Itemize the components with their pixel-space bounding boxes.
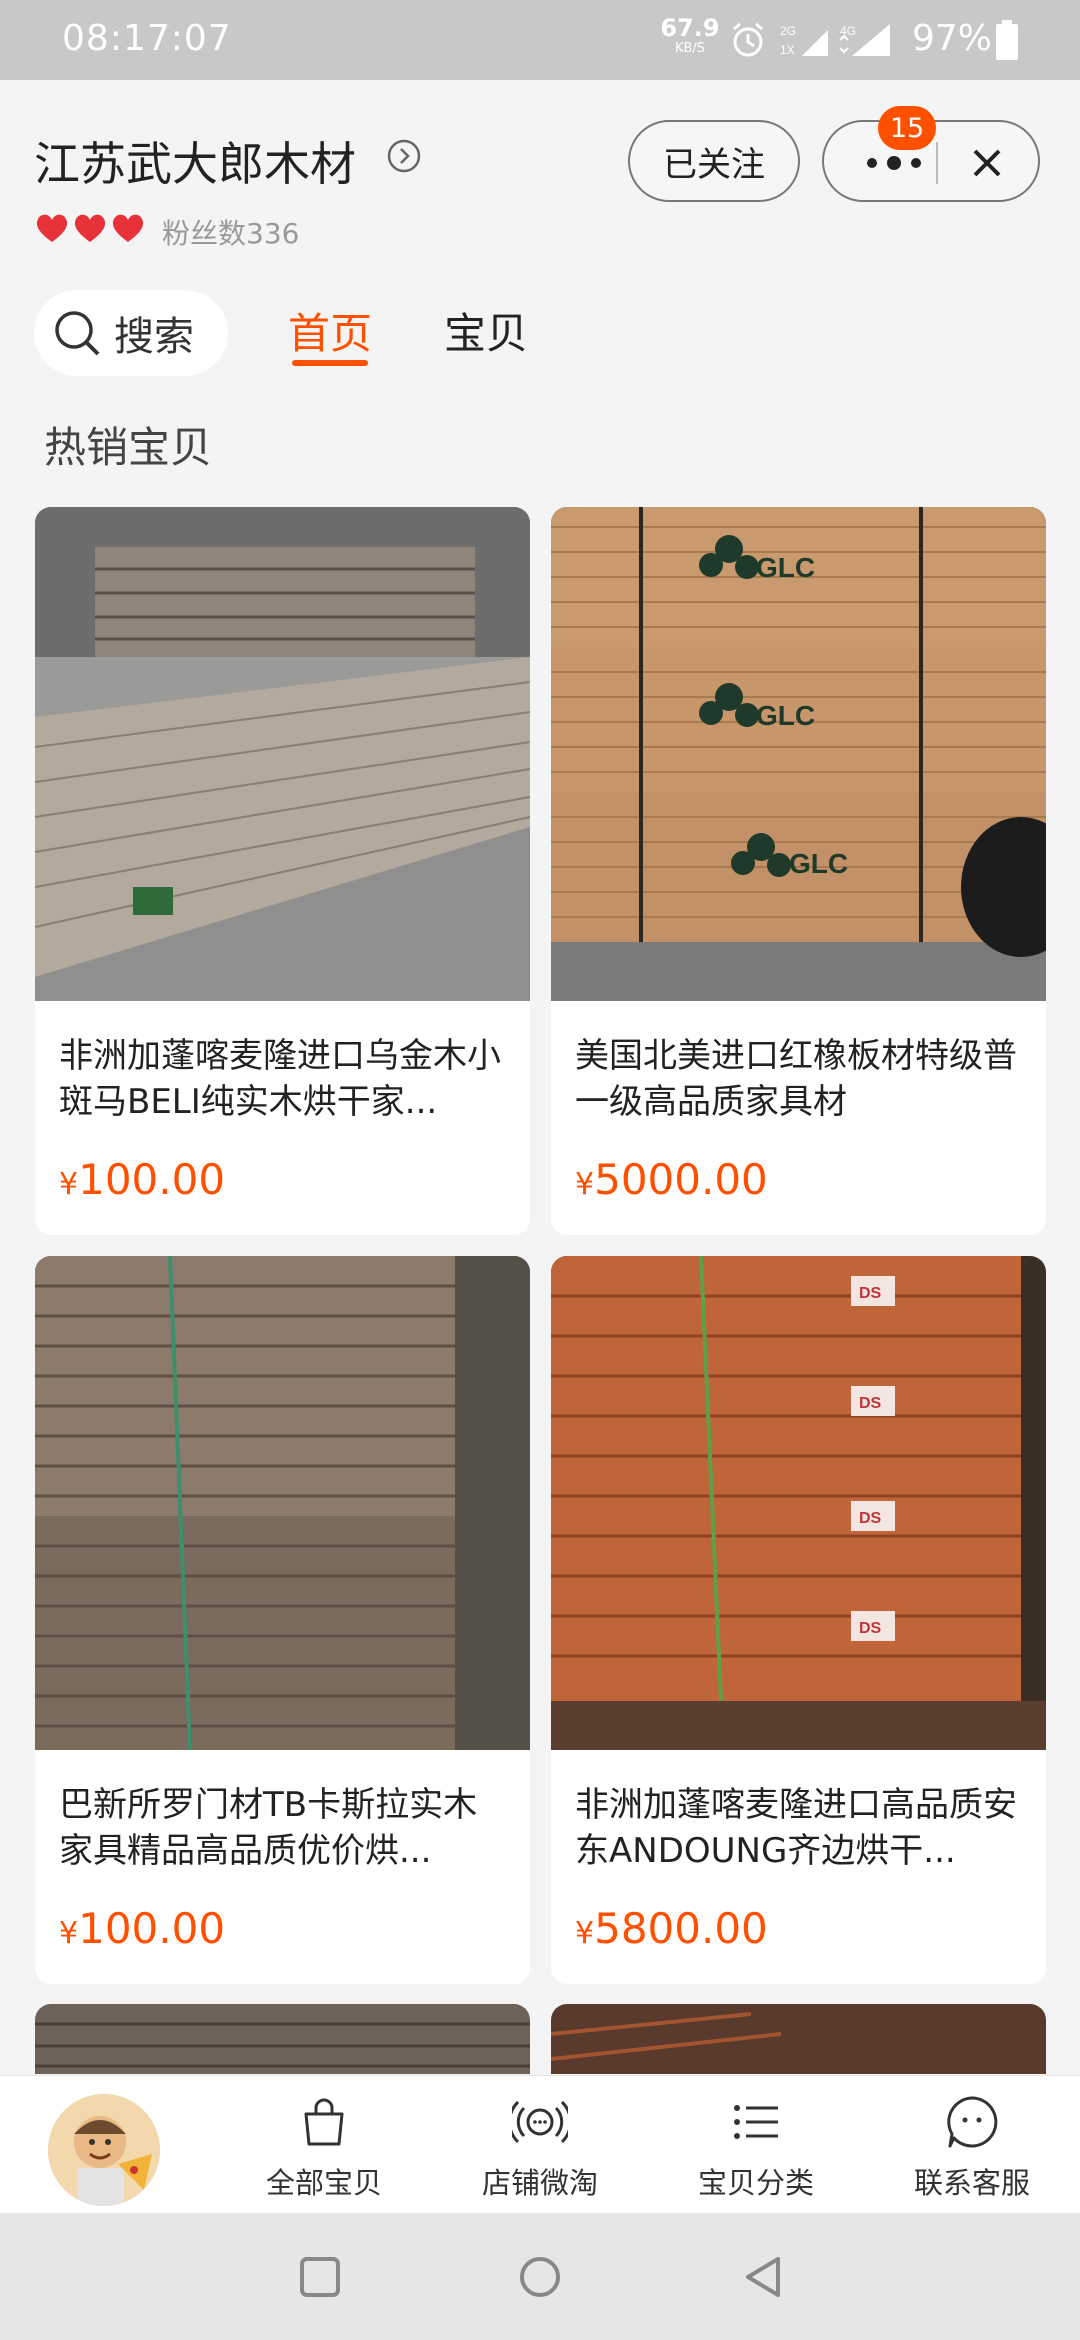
brand-label: GLC [789, 848, 848, 879]
broadcast-icon [512, 2100, 568, 2144]
brand-label: GLC [756, 552, 815, 583]
shop-name[interactable]: 江苏武大郎木材 [34, 128, 356, 194]
product-card[interactable]: 非洲加蓬喀麦隆进口乌金木小斑马BELI纯实木烘干家... ¥100.00 [35, 507, 530, 1235]
network-speed-unit: KB/S [674, 41, 706, 56]
search-button[interactable]: 搜索 [34, 290, 228, 376]
back-icon[interactable] [740, 2255, 784, 2299]
status-bar: 08:17:07 67.9 KB/S 2G 1X 4G 97% [0, 0, 1080, 80]
price-value: 100.00 [78, 1155, 226, 1204]
product-title: 巴新所罗门材TB卡斯拉实木家具精品高品质优价烘... [59, 1785, 478, 1871]
currency-symbol: ¥ [575, 1167, 595, 1202]
more-icon[interactable] [864, 156, 924, 170]
search-icon [55, 311, 100, 356]
shop-page: 江苏武大郎木材 粉丝数336 已关注 15 搜索 首页 宝贝 热销宝贝 非洲加蓬… [0, 80, 1080, 2075]
svg-text:2G: 2G [780, 24, 796, 38]
capsule-divider [936, 142, 938, 184]
svg-text:1X: 1X [780, 43, 795, 57]
product-card[interactable]: 巴新所罗门材TB卡斯拉实木家具精品高品质优价烘... ¥100.00 [35, 1256, 530, 1984]
follow-button[interactable]: 已关注 [628, 120, 800, 202]
brand-label: DS [859, 1285, 882, 1302]
avatar-image [48, 2094, 160, 2206]
brand-label: DS [859, 1510, 882, 1527]
status-time: 08:17:07 [62, 18, 232, 59]
price-value: 5800.00 [594, 1904, 768, 1953]
heart-icon [74, 214, 106, 242]
fan-count: 粉丝数336 [162, 217, 300, 250]
network-speed-value: 67.9 [660, 14, 720, 42]
bottom-nav: 全部宝贝 店铺微淘 宝贝分类 联系客服 [0, 2075, 1080, 2213]
nav-customer-service-label: 联系客服 [913, 2166, 1030, 2200]
shop-avatar[interactable] [44, 2090, 164, 2210]
product-image[interactable] [551, 2004, 1046, 2074]
product-image: DS DS DS DS [551, 1256, 1046, 1750]
product-title: 非洲加蓬喀麦隆进口乌金木小斑马BELI纯实木烘干家... [59, 1036, 501, 1122]
currency-symbol: ¥ [59, 1167, 79, 1202]
price-value: 5000.00 [594, 1155, 768, 1204]
recents-icon[interactable] [298, 2255, 342, 2299]
chevron-right-circle-icon[interactable] [386, 138, 422, 174]
nav-category-label: 宝贝分类 [697, 2166, 814, 2200]
currency-symbol: ¥ [575, 1916, 595, 1951]
message-badge: 15 [878, 106, 936, 150]
nav-micro-shop[interactable]: 店铺微淘 [460, 2088, 620, 2208]
nav-customer-service[interactable]: 联系客服 [892, 2088, 1052, 2208]
tab-home[interactable]: 首页 [288, 300, 372, 361]
product-image [35, 507, 530, 1001]
product-price: ¥5000.00 [575, 1155, 768, 1204]
product-card[interactable]: DS DS DS DS 非洲加蓬喀麦隆进口高品质安东ANDOUNG齐边烘干...… [551, 1256, 1046, 1984]
signal-icon: 2G 1X 4G [780, 24, 890, 57]
product-image[interactable] [35, 2004, 530, 2074]
brand-label: DS [859, 1395, 882, 1412]
chat-face-icon [947, 2096, 998, 2148]
system-nav-bar [0, 2213, 1080, 2340]
brand-label: DS [859, 1620, 882, 1637]
product-price: ¥5800.00 [575, 1904, 768, 1953]
nav-all-items-label: 全部宝贝 [265, 2166, 382, 2200]
price-value: 100.00 [78, 1904, 226, 1953]
shop-rating [34, 212, 146, 246]
product-image: GLC GLC GLC [551, 507, 1046, 1001]
battery-icon [996, 20, 1018, 60]
svg-text:4G: 4G [840, 24, 856, 38]
shopping-bag-icon [304, 2098, 344, 2146]
list-icon [734, 2105, 778, 2139]
product-title: 美国北美进口红橡板材特级普一级高品质家具材 [575, 1036, 1017, 1122]
heart-icon [36, 214, 68, 242]
product-card[interactable]: GLC GLC GLC 美国北美进口红橡板材特级普一级高品质家具材 ¥5000.… [551, 507, 1046, 1235]
currency-symbol: ¥ [59, 1916, 79, 1951]
product-title: 非洲加蓬喀麦隆进口高品质安东ANDOUNG齐边烘干... [575, 1785, 1017, 1871]
network-speed: 67.9 KB/S [660, 16, 720, 55]
nav-micro-shop-label: 店铺微淘 [481, 2166, 598, 2200]
close-icon[interactable] [968, 144, 1006, 182]
search-label: 搜索 [114, 314, 194, 360]
alarm-icon [733, 22, 763, 57]
tab-items[interactable]: 宝贝 [444, 300, 528, 361]
active-tab-indicator [292, 360, 368, 366]
product-price: ¥100.00 [59, 1155, 225, 1204]
brand-label: GLC [756, 700, 815, 731]
nav-category[interactable]: 宝贝分类 [676, 2088, 836, 2208]
nav-all-items[interactable]: 全部宝贝 [244, 2088, 404, 2208]
section-title: 热销宝贝 [44, 423, 213, 472]
product-image [35, 1256, 530, 1750]
battery-percent: 97% [912, 18, 993, 59]
product-price: ¥100.00 [59, 1904, 225, 1953]
home-icon[interactable] [518, 2255, 562, 2299]
heart-icon [112, 214, 144, 242]
